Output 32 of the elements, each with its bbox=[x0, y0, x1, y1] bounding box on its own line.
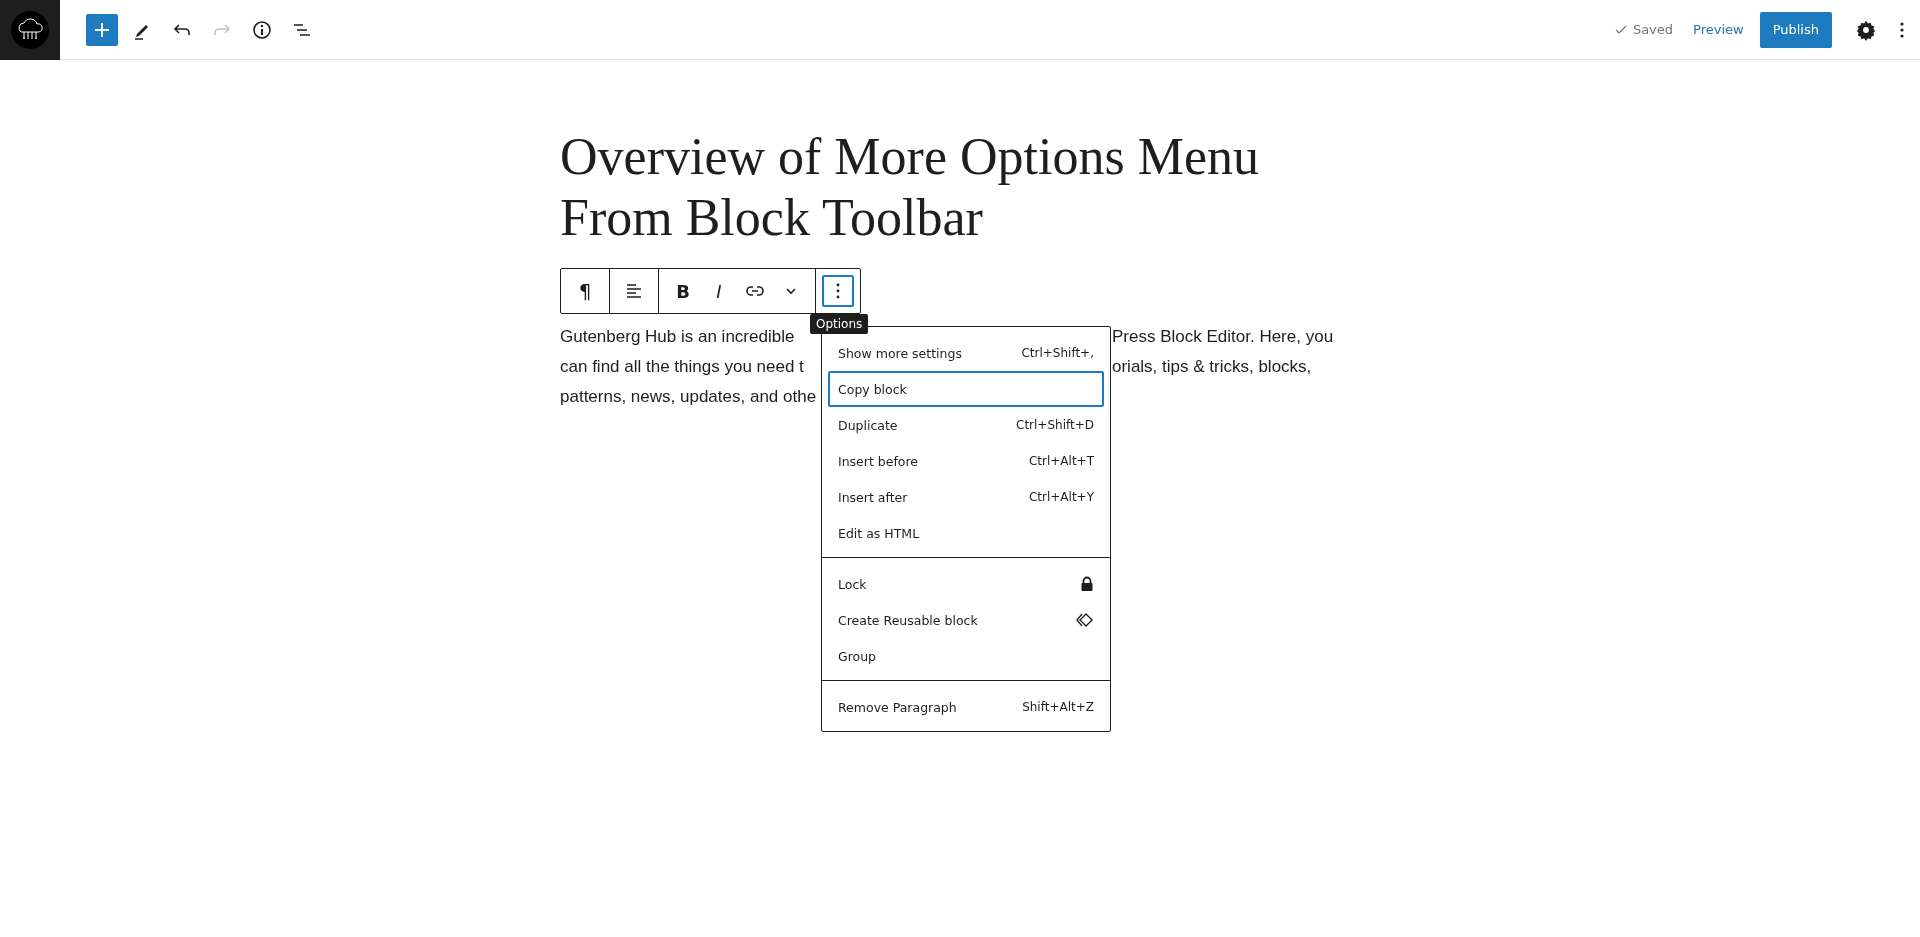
saved-status: Saved bbox=[1632, 22, 1674, 37]
menu-item[interactable]: Remove Paragraph Shift+Alt+Z bbox=[828, 689, 1104, 725]
menu-item[interactable]: Copy block bbox=[828, 371, 1104, 407]
diamond-icon bbox=[1076, 613, 1094, 627]
paragraph-text: patterns, news, updates, and othe bbox=[560, 386, 817, 408]
menu-item[interactable]: Duplicate Ctrl+Shift+D bbox=[828, 407, 1104, 443]
info-icon bbox=[251, 18, 273, 41]
menu-item[interactable]: Lock bbox=[828, 566, 1104, 602]
menu-item[interactable]: Create Reusable block bbox=[828, 602, 1104, 638]
paragraph-text: Gutenberg Hub is an incredible bbox=[560, 326, 795, 348]
options-button[interactable] bbox=[822, 275, 854, 307]
preview-button[interactable]: Preview bbox=[1693, 22, 1744, 37]
post-title-line[interactable]: Overview of More Options Menu bbox=[560, 126, 1259, 187]
menu-item[interactable]: Edit as HTML bbox=[828, 515, 1104, 551]
publish-button[interactable]: Publish bbox=[1759, 11, 1832, 48]
cloud-logo-icon bbox=[10, 9, 50, 50]
menu-item[interactable]: Insert after Ctrl+Alt+Y bbox=[828, 479, 1104, 515]
add-block-button[interactable] bbox=[86, 13, 118, 46]
italic-button[interactable]: I bbox=[701, 273, 737, 309]
site-logo[interactable] bbox=[0, 0, 60, 60]
bold-button[interactable]: B bbox=[665, 273, 701, 309]
menu-item[interactable]: Show more settings Ctrl+Shift+, bbox=[828, 335, 1104, 371]
kebab-icon bbox=[835, 282, 841, 300]
paragraph-text: can find all the things you need t bbox=[560, 356, 804, 378]
menu-item[interactable]: Group bbox=[828, 638, 1104, 674]
paragraph-button[interactable]: ¶ bbox=[567, 273, 603, 309]
paragraph-text: Press Block Editor. Here, you bbox=[1112, 326, 1334, 348]
lock-icon bbox=[1080, 576, 1094, 592]
post-title-line[interactable]: From Block Toolbar bbox=[560, 187, 983, 248]
paragraph-text: orials, tips & tricks, blocks, bbox=[1112, 356, 1312, 378]
options-tooltip: Options bbox=[810, 314, 869, 334]
menu-item[interactable]: Insert before Ctrl+Alt+T bbox=[828, 443, 1104, 479]
